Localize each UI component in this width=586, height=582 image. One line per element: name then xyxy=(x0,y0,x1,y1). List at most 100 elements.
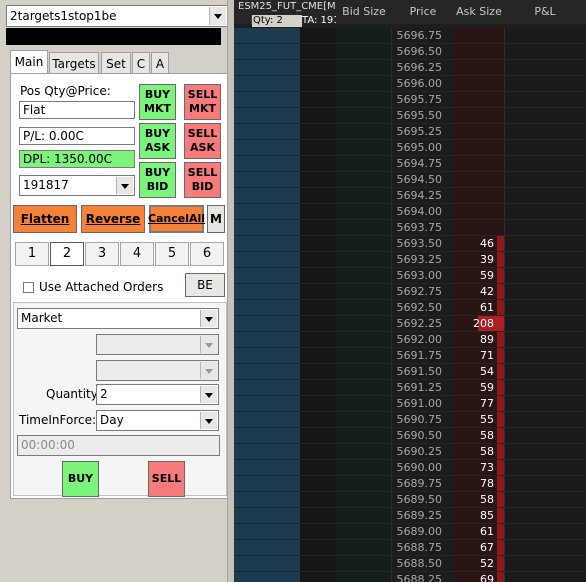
bid-size-cell[interactable] xyxy=(336,108,392,124)
order-marker-cell[interactable] xyxy=(300,332,336,348)
bid-size-cell[interactable] xyxy=(336,572,392,582)
ladder-row[interactable]: 5689.25 85 xyxy=(234,508,586,524)
order-marker-cell[interactable] xyxy=(300,252,336,268)
order-marker-cell[interactable] xyxy=(300,572,336,582)
order-marker-cell[interactable] xyxy=(300,268,336,284)
order-marker-cell[interactable] xyxy=(300,204,336,220)
bid-size-cell[interactable] xyxy=(336,268,392,284)
ask-size-cell[interactable]: 85 xyxy=(454,508,504,524)
buy-order-cell[interactable] xyxy=(234,156,300,172)
bid-size-cell[interactable] xyxy=(336,476,392,492)
number-tab-6[interactable]: 6 xyxy=(190,242,224,266)
price-cell[interactable]: 5693.50 xyxy=(392,236,454,252)
order-marker-cell[interactable] xyxy=(300,444,336,460)
order-marker-cell[interactable] xyxy=(300,380,336,396)
price-cell[interactable]: 5696.50 xyxy=(392,44,454,60)
tab-c[interactable]: C xyxy=(132,52,150,74)
price-cell[interactable]: 5689.25 xyxy=(392,508,454,524)
bid-size-cell[interactable] xyxy=(336,60,392,76)
ask-size-cell[interactable]: 46 xyxy=(454,236,504,252)
buy-order-cell[interactable] xyxy=(234,76,300,92)
buy-mkt-button[interactable]: BUY MKT xyxy=(139,84,176,120)
order-marker-cell[interactable] xyxy=(300,300,336,316)
order-marker-cell[interactable] xyxy=(300,108,336,124)
buy-order-cell[interactable] xyxy=(234,204,300,220)
buy-order-cell[interactable] xyxy=(234,44,300,60)
panel-splitter[interactable] xyxy=(227,0,234,582)
buy-order-cell[interactable] xyxy=(234,140,300,156)
number-tab-5[interactable]: 5 xyxy=(155,242,189,266)
buy-order-cell[interactable] xyxy=(234,284,300,300)
ask-size-cell[interactable] xyxy=(454,188,504,204)
ladder-row[interactable]: 5692.75 42 xyxy=(234,284,586,300)
order-type-dropdown[interactable]: Market xyxy=(17,308,219,329)
ask-size-cell[interactable]: 58 xyxy=(454,428,504,444)
buy-order-cell[interactable] xyxy=(234,412,300,428)
bid-size-cell[interactable] xyxy=(336,236,392,252)
ladder-row[interactable]: 5690.75 55 xyxy=(234,412,586,428)
buy-order-cell[interactable] xyxy=(234,332,300,348)
tab-set[interactable]: Set xyxy=(101,52,131,74)
ask-size-cell[interactable]: 73 xyxy=(454,460,504,476)
buy-order-cell[interactable] xyxy=(234,364,300,380)
ask-size-cell[interactable]: 39 xyxy=(454,252,504,268)
buy-button[interactable]: BUY xyxy=(62,461,99,497)
price-cell[interactable]: 5692.00 xyxy=(392,332,454,348)
bid-size-cell[interactable] xyxy=(336,76,392,92)
order-marker-cell[interactable] xyxy=(300,172,336,188)
order-marker-cell[interactable] xyxy=(300,492,336,508)
bid-size-cell[interactable] xyxy=(336,444,392,460)
ask-size-cell[interactable]: 77 xyxy=(454,396,504,412)
buy-bid-button[interactable]: BUY BID xyxy=(139,162,176,198)
buy-order-cell[interactable] xyxy=(234,380,300,396)
ask-size-cell[interactable] xyxy=(454,140,504,156)
buy-order-cell[interactable] xyxy=(234,476,300,492)
price-cell[interactable]: 5693.25 xyxy=(392,252,454,268)
order-marker-cell[interactable] xyxy=(300,140,336,156)
ladder-row[interactable]: 5693.75 xyxy=(234,220,586,236)
price-cell[interactable]: 5688.50 xyxy=(392,556,454,572)
buy-order-cell[interactable] xyxy=(234,444,300,460)
ladder-row[interactable]: 5695.50 xyxy=(234,108,586,124)
ladder-row[interactable]: 5696.25 xyxy=(234,60,586,76)
order-marker-cell[interactable] xyxy=(300,428,336,444)
bid-size-cell[interactable] xyxy=(336,364,392,380)
ladder-row[interactable]: 5693.50 46 xyxy=(234,236,586,252)
buy-order-cell[interactable] xyxy=(234,92,300,108)
order-marker-cell[interactable] xyxy=(300,556,336,572)
buy-order-cell[interactable] xyxy=(234,316,300,332)
price-header[interactable]: Price xyxy=(392,0,455,24)
bid-size-cell[interactable] xyxy=(336,556,392,572)
order-marker-cell[interactable] xyxy=(300,44,336,60)
ask-size-cell[interactable] xyxy=(454,204,504,220)
price-cell[interactable]: 5696.75 xyxy=(392,28,454,44)
order-marker-cell[interactable] xyxy=(300,316,336,332)
order-marker-cell[interactable] xyxy=(300,28,336,44)
ladder-row[interactable]: 5688.50 52 xyxy=(234,556,586,572)
price-cell[interactable]: 5696.25 xyxy=(392,60,454,76)
ask-size-cell[interactable]: 54 xyxy=(454,364,504,380)
order-marker-cell[interactable] xyxy=(300,220,336,236)
order-marker-cell[interactable] xyxy=(300,460,336,476)
ask-size-cell[interactable] xyxy=(454,60,504,76)
order-marker-cell[interactable] xyxy=(300,76,336,92)
price-cell[interactable]: 5694.75 xyxy=(392,156,454,172)
ladder-row[interactable]: 5691.25 59 xyxy=(234,380,586,396)
price-cell[interactable]: 5690.25 xyxy=(392,444,454,460)
buy-order-cell[interactable] xyxy=(234,492,300,508)
buy-order-cell[interactable] xyxy=(234,460,300,476)
number-tab-2[interactable]: 2 xyxy=(50,242,84,266)
buy-order-cell[interactable] xyxy=(234,60,300,76)
buy-order-cell[interactable] xyxy=(234,572,300,582)
number-tab-3[interactable]: 3 xyxy=(85,242,119,266)
order-marker-cell[interactable] xyxy=(300,284,336,300)
use-attached-orders-checkbox[interactable] xyxy=(23,282,34,293)
order-marker-cell[interactable] xyxy=(300,348,336,364)
bid-size-cell[interactable] xyxy=(336,172,392,188)
ladder-row[interactable]: 5689.75 78 xyxy=(234,476,586,492)
price-cell[interactable]: 5694.00 xyxy=(392,204,454,220)
ask-size-cell[interactable]: 67 xyxy=(454,540,504,556)
bid-size-cell[interactable] xyxy=(336,508,392,524)
ask-size-cell[interactable]: 71 xyxy=(454,348,504,364)
ladder-row[interactable]: 5696.00 xyxy=(234,76,586,92)
